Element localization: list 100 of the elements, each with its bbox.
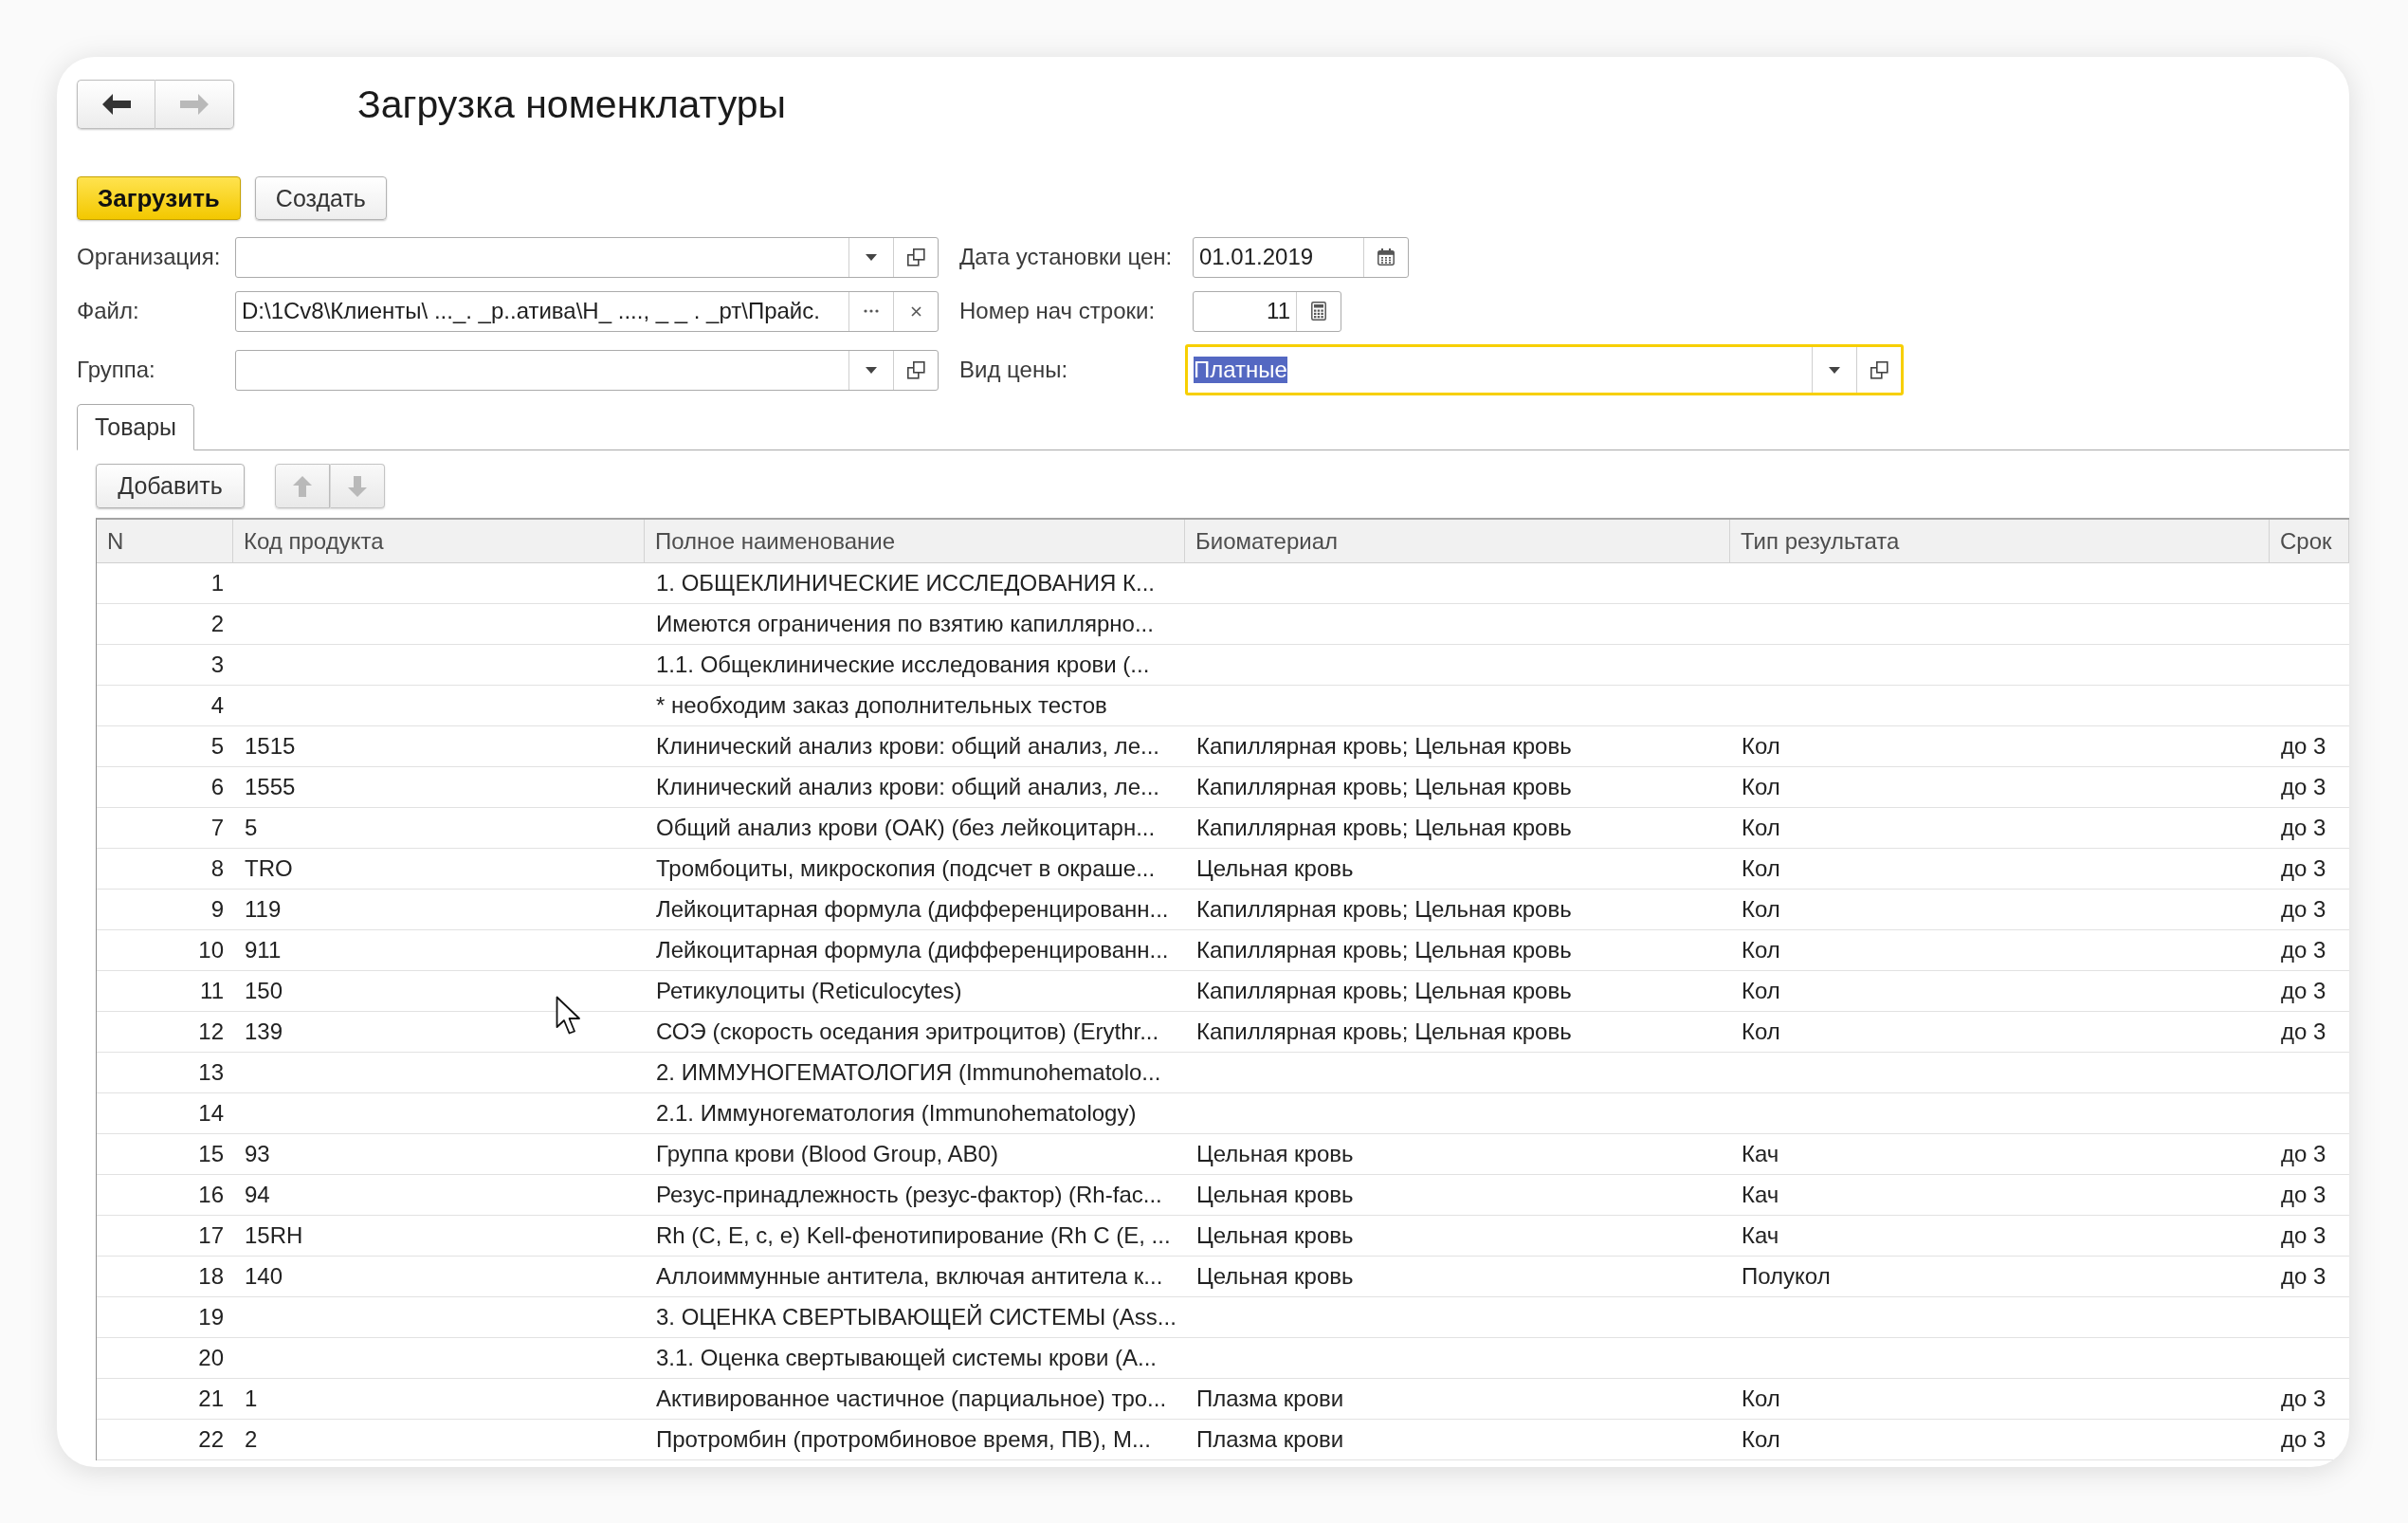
table-cell: 22	[198, 1426, 224, 1453]
table-cell: 3.1. Оценка свертывающей системы крови (A...	[656, 1345, 1158, 1371]
combo-box[interactable]: Платные	[1185, 344, 1904, 395]
table-cell: Клинический анализ крови: общий анализ, ле...	[656, 774, 1159, 800]
table-cell: Плазма крови	[1196, 1385, 1344, 1412]
window-title: Загрузка номенклатуры	[357, 82, 787, 127]
table-cell: 3. ОЦЕНКА СВЕРТЫВАЮЩЕЙ СИСТЕМЫ (Ass...	[656, 1304, 1177, 1330]
table-cell: Кач	[1742, 1222, 1779, 1249]
caret-icon	[1829, 366, 1840, 374]
table-cell: до 3	[2281, 937, 2326, 963]
table-cell: 1	[245, 1385, 258, 1412]
command-button[interactable]: Создать	[254, 176, 387, 220]
right-arrow-icon	[180, 94, 209, 115]
close-icon	[910, 305, 921, 317]
add-button[interactable]: Добавить	[96, 464, 245, 508]
column-header[interactable]: Тип результата	[1730, 520, 2270, 563]
table-cell: 5	[245, 815, 258, 841]
column-header[interactable]: Биоматериал	[1185, 520, 1730, 563]
column-header[interactable]: N	[97, 520, 233, 563]
table-cell: 7	[210, 815, 224, 841]
table-cell: Кол	[1742, 855, 1780, 882]
table-cell: Ретикулоциты (Reticulocytes)	[656, 978, 962, 1004]
table-cell: Капиллярная кровь; Цельная кровь	[1196, 896, 1572, 923]
table-cell: TRO	[245, 855, 293, 882]
column-header[interactable]: Полное наименование	[645, 520, 1185, 563]
field-label: Организация:	[77, 244, 221, 270]
table-cell: 6	[210, 774, 224, 800]
table-cell: Капиллярная кровь; Цельная кровь	[1196, 815, 1572, 841]
back-button[interactable]	[77, 80, 155, 129]
table-cell: Кач	[1742, 1141, 1779, 1167]
column-header[interactable]: Срок	[2270, 520, 2349, 563]
number-field[interactable]: 11	[1193, 290, 1341, 332]
table-cell: Цельная кровь	[1196, 1263, 1354, 1290]
table-cell: до 3	[2281, 1182, 2326, 1208]
table-cell: 150	[245, 978, 283, 1004]
caret-icon	[866, 366, 877, 374]
overlapping-squares-icon	[906, 360, 925, 379]
table-cell: до 3	[2281, 774, 2326, 800]
table-cell: до 3	[2281, 896, 2326, 923]
column-header[interactable]: Код продукта	[233, 520, 645, 563]
table-cell: Кач	[1742, 1182, 1779, 1208]
table-cell: до 3	[2281, 1222, 2326, 1249]
table-cell: Кол	[1742, 733, 1780, 760]
table-cell: Резус-принадлежность (резус-фактор) (Rh-fac...	[656, 1182, 1162, 1208]
table-cell: 139	[245, 1018, 283, 1045]
table-cell: Кол	[1742, 1018, 1780, 1045]
mouse-pointer-icon	[556, 996, 582, 1036]
overlapping-squares-icon	[906, 248, 925, 266]
table-cell: 13	[198, 1059, 224, 1086]
table-cell: 94	[245, 1182, 270, 1208]
table-cell: Кол	[1742, 896, 1780, 923]
table-cell: 1. ОБЩЕКЛИНИЧЕСКИЕ ИССЛЕДОВАНИЯ К...	[656, 570, 1155, 596]
table-cell: 9	[210, 896, 224, 923]
table-cell: СОЭ (скорость оседания эритроцитов) (Erythr...	[656, 1018, 1159, 1045]
table-cell: 21	[198, 1385, 224, 1412]
table-cell: Капиллярная кровь; Цельная кровь	[1196, 978, 1572, 1004]
table-cell: Клинический анализ крови: общий анализ, ле...	[656, 733, 1159, 760]
table-cell: Тромбоциты, микроскопия (подсчет в окраше...	[656, 855, 1156, 882]
table-cell: 140	[245, 1263, 283, 1290]
ellipsis-icon	[864, 309, 879, 313]
table-cell: Капиллярная кровь; Цельная кровь	[1196, 733, 1572, 760]
table-cell: Кол	[1742, 937, 1780, 963]
overlapping-squares-icon	[1870, 360, 1888, 379]
table-cell: 1555	[245, 774, 296, 800]
table-cell: до 3	[2281, 978, 2326, 1004]
tab[interactable]: Товары	[77, 404, 194, 450]
table-cell: 17	[198, 1222, 224, 1249]
table-cell: 11	[200, 978, 224, 1004]
table-cell: до 3	[2281, 1263, 2326, 1290]
field-label: Группа:	[77, 357, 155, 383]
table-cell: Кол	[1742, 774, 1780, 800]
up-arrow-icon	[293, 475, 312, 497]
table-cell: Цельная кровь	[1196, 1222, 1354, 1249]
table-cell: Цельная кровь	[1196, 1141, 1354, 1167]
table-cell: до 3	[2281, 855, 2326, 882]
table-cell: Rh (C, E, c, e) Kell-фенотипирование (Rh C (E, ...	[656, 1222, 1171, 1249]
table-cell: 4	[210, 692, 224, 719]
field-label: Дата установки цен:	[959, 244, 1173, 270]
down-arrow-icon	[348, 475, 367, 497]
table-cell: Полукол	[1742, 1263, 1831, 1290]
calendar-icon	[1377, 248, 1395, 266]
table-cell: 12	[198, 1018, 224, 1045]
table-cell: 19	[198, 1304, 224, 1330]
default-command-button[interactable]: Загрузить	[77, 176, 241, 220]
table-cell: до 3	[2281, 1141, 2326, 1167]
table-cell: 14	[198, 1100, 224, 1127]
calculator-icon	[1311, 302, 1326, 321]
table-cell: 2	[210, 611, 224, 637]
table-cell: Аллоиммунные антитела, включая антитела к...	[656, 1263, 1163, 1290]
table-cell: Активированное частичное (парциальное) тро...	[656, 1385, 1167, 1412]
left-arrow-icon	[101, 94, 131, 115]
table-cell: 16	[198, 1182, 224, 1208]
table-cell: Цельная кровь	[1196, 855, 1354, 882]
date-field[interactable]: 01.01.2019	[1193, 236, 1409, 278]
table-cell: 911	[245, 937, 282, 963]
table-cell: Плазма крови	[1196, 1426, 1344, 1453]
file-path-field[interactable]: D:\1Cv8\Клиенты\ ..._. _р..атива\Н_ ...., _ _ . _рт\Прайс.	[235, 290, 939, 332]
table-cell: Кол	[1742, 815, 1780, 841]
table-cell: до 3	[2281, 815, 2326, 841]
table-cell: Цельная кровь	[1196, 1182, 1354, 1208]
